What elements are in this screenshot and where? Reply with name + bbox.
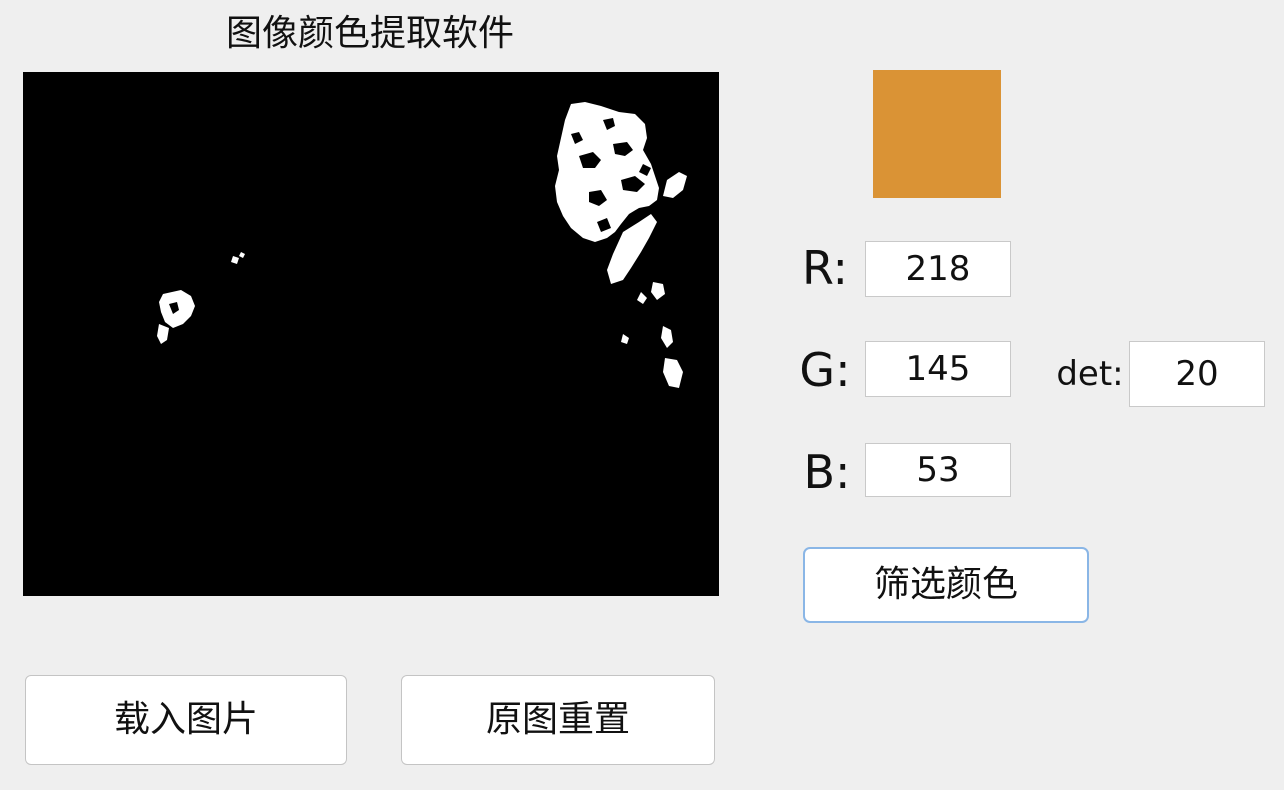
g-label: G: [799, 343, 851, 397]
reset-image-button[interactable]: 原图重置 [401, 675, 715, 765]
det-value-field[interactable] [1129, 341, 1265, 407]
filtered-mask [157, 102, 687, 388]
det-label: det: [1056, 354, 1124, 394]
r-label: R: [801, 241, 849, 295]
g-value-field[interactable] [865, 341, 1011, 397]
app-title: 图像颜色提取软件 [225, 13, 514, 54]
b-value-field[interactable] [865, 443, 1011, 497]
color-swatch [873, 70, 1001, 198]
image-preview [23, 72, 719, 596]
load-image-button[interactable]: 载入图片 [25, 675, 347, 765]
filter-color-button[interactable]: 筛选颜色 [803, 547, 1089, 623]
r-value-field[interactable] [865, 241, 1011, 297]
b-label: B: [803, 445, 851, 499]
